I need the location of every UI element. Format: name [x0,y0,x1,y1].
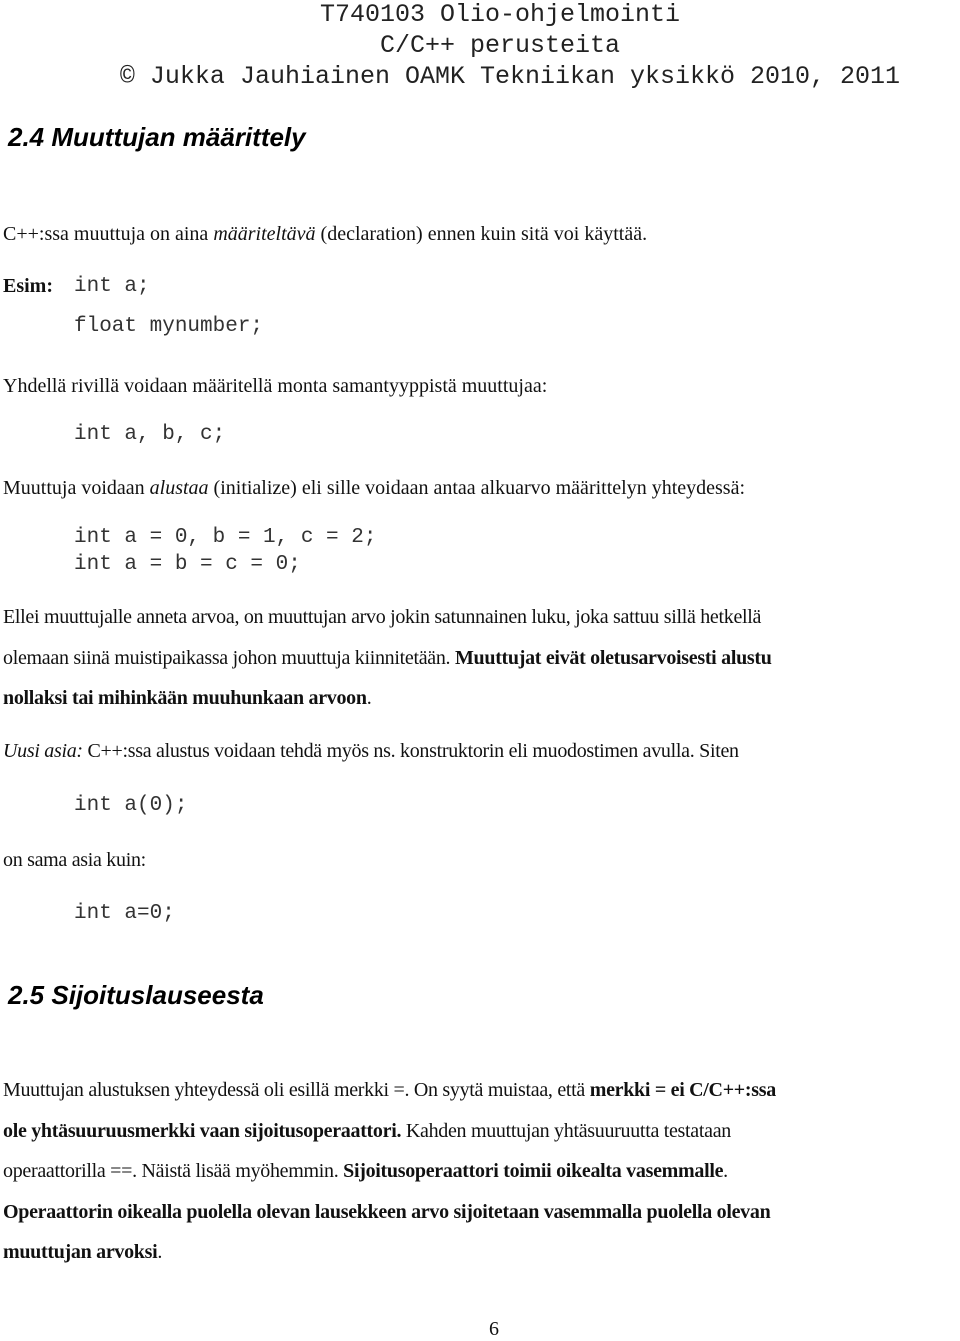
multi-decl-paragraph: Yhdellä rivillä voidaan määritellä monta… [3,375,548,397]
assign-paragraph-line-1: Muuttujan alustuksen yhteydessä oli esil… [3,1079,776,1102]
section-heading-2-5: 2.5 Sijoituslauseesta [8,980,264,1010]
init-text-post: (initialize) eli sille voidaan antaa alk… [208,477,746,499]
code-line: int a=0; [74,902,175,925]
header-copyright: © Jukka Jauhiainen OAMK Tekniikan yksikk… [119,62,901,91]
assign-paragraph-line-4: Operaattorin oikealla puolella olevan la… [3,1201,771,1223]
header-course: T740103 Olio-ohjelmointi [319,0,681,29]
uninit-paragraph-line-1: Ellei muuttujalle anneta arvoa, on muutt… [3,606,762,628]
assign-text-bold: merkki = ei C/C++:ssa [589,1079,777,1101]
same-as-paragraph: on sama asia kuin: [3,849,146,871]
new-thing-paragraph: Uusi asia: C++:ssa alustus voidaan tehdä… [3,740,739,763]
assign-text-bold: Sijoitusoperaattori toimii oikealta vase… [343,1160,724,1182]
page-number: 6 [489,1318,499,1340]
code-line: int a, b, c; [74,423,226,446]
uninit-text-bold: nollaksi tai mihinkään muuhunkaan arvoon [3,687,367,709]
assign-text-end: . [157,1241,163,1263]
init-paragraph: Muuttuja voidaan alustaa (initialize) el… [3,477,745,500]
assign-text-plain: Kahden muuttujan yhtäsuuruutta testataan [401,1120,731,1142]
init-text-emphasis: alustaa [149,477,209,499]
code-line: float mynumber; [74,315,264,338]
intro-text-post: (declaration) ennen kuin sitä voi käyttä… [315,223,648,245]
intro-text-emphasis: määriteltävä [213,223,316,245]
assign-text-plain: Muuttujan alustuksen yhteydessä oli esil… [3,1079,590,1101]
assign-text-bold: muuttujan arvoksi [3,1241,158,1263]
code-line: int a = b = c = 0; [74,553,301,576]
code-line: int a; [74,275,150,298]
uninit-paragraph-line-2: olemaan siinä muistipaikassa johon muutt… [3,647,772,670]
uninit-paragraph-line-3: nollaksi tai mihinkään muuhunkaan arvoon… [3,687,372,710]
intro-paragraph: C++:ssa muuttuja on aina määriteltävä (d… [3,223,647,246]
new-thing-label: Uusi asia: [3,740,83,762]
assign-text-end: . [723,1160,728,1182]
header-subtitle: C/C++ perusteita [379,31,621,60]
new-thing-text: C++:ssa alustus voidaan tehdä myös ns. k… [82,740,739,762]
uninit-text-plain: olemaan siinä muistipaikassa johon muutt… [3,647,455,669]
code-line: int a(0); [74,794,188,817]
intro-text-pre: C++:ssa muuttuja on aina [3,223,214,245]
section-heading-2-4: 2.4 Muuttujan määrittely [8,122,306,152]
example-label: Esim: [3,275,53,297]
assign-paragraph-line-3: operaattorilla ==. Näistä lisää myöhemmi… [3,1160,728,1183]
assign-paragraph-line-5: muuttujan arvoksi. [3,1241,162,1264]
uninit-text-end: . [366,687,372,709]
code-line: int a = 0, b = 1, c = 2; [74,526,377,549]
init-text-pre: Muuttuja voidaan [3,477,150,499]
uninit-text-bold: Muuttujat eivät oletusarvoisesti alustu [454,647,772,669]
assign-text-plain: operaattorilla ==. Näistä lisää myöhemmi… [3,1160,344,1182]
assign-text-bold: ole yhtäsuuruusmerkki vaan sijoitusopera… [3,1120,402,1142]
assign-paragraph-line-2: ole yhtäsuuruusmerkki vaan sijoitusopera… [3,1120,731,1143]
